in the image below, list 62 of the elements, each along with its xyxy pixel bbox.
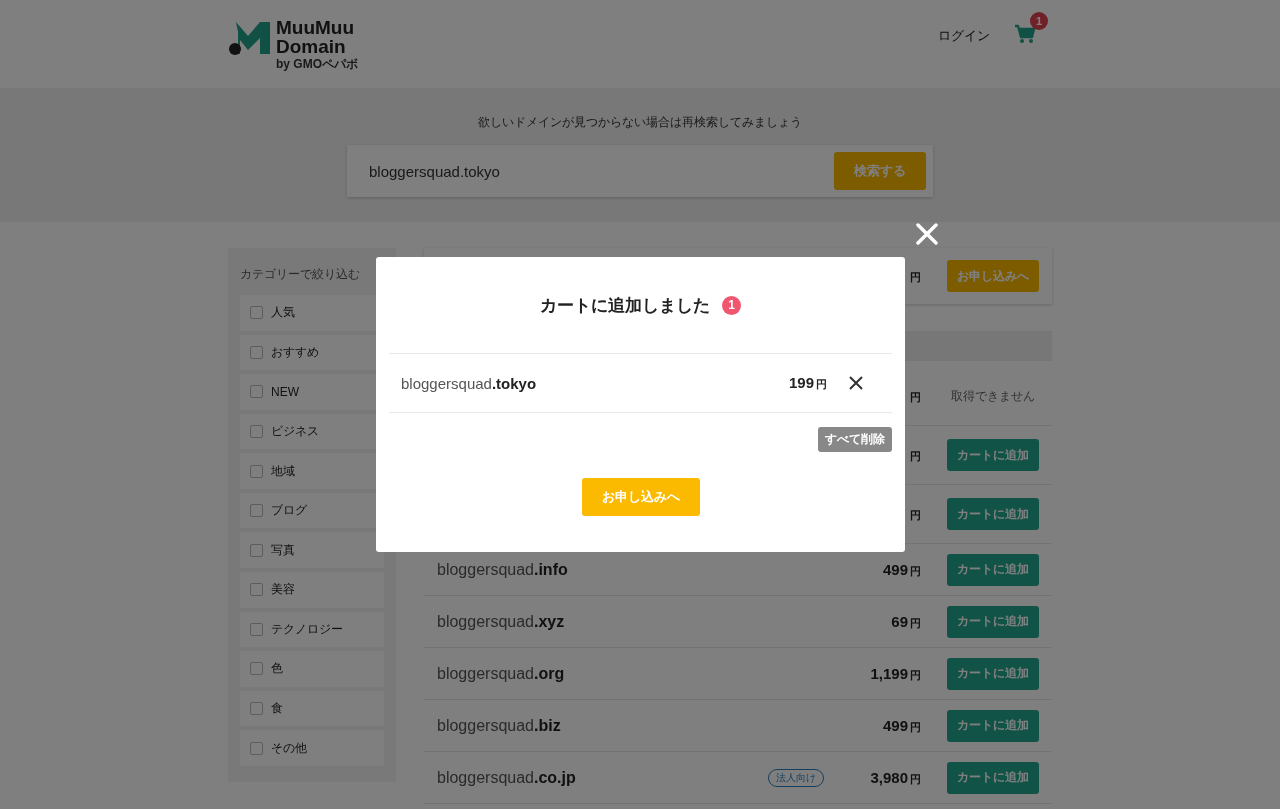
domain-name: bloggersquad.info — [437, 560, 568, 578]
logo-text: MuuMuu — [276, 18, 356, 37]
category-label: 食 — [271, 700, 283, 718]
dialog-title: カートに追加しました — [540, 294, 710, 317]
category-label: ビジネス — [271, 423, 319, 440]
price: 円 — [909, 449, 921, 464]
category-title: カテゴリーで絞り込む — [240, 266, 361, 283]
domain-name: bloggersquad.biz — [437, 716, 561, 734]
checkbox[interactable] — [250, 662, 263, 676]
category-label: 人気 — [271, 304, 295, 322]
category-item[interactable]: その他 — [240, 730, 384, 766]
category-item[interactable]: 写真 — [240, 532, 384, 569]
logo-byline: by GMOペパボ — [276, 56, 358, 73]
login-link[interactable]: ログイン — [938, 26, 990, 45]
checkbox[interactable] — [250, 622, 263, 636]
checkbox[interactable] — [250, 741, 263, 755]
checkbox[interactable] — [250, 543, 263, 557]
category-item[interactable]: テクノロジー — [240, 611, 384, 648]
price: 199 円 — [788, 374, 827, 392]
category-item[interactable]: 美容 — [240, 572, 384, 608]
cart-icon[interactable] — [1014, 23, 1036, 44]
domain-name: bloggersquad.org — [437, 664, 565, 682]
search-field[interactable]: bloggersquad.tokyo 検索する — [347, 145, 933, 197]
category-label: NEW — [271, 384, 299, 399]
price: 円 — [909, 508, 921, 523]
close-icon[interactable] — [916, 223, 938, 245]
logo-icon[interactable] — [228, 20, 272, 56]
domain-name: bloggersquad.tokyo — [401, 374, 538, 392]
unavailable-label: 取得できません — [951, 387, 1035, 405]
checkbox[interactable] — [250, 306, 263, 320]
remove-icon[interactable] — [849, 376, 863, 390]
price: 499 円 — [882, 560, 921, 579]
category-item[interactable]: 色 — [240, 651, 384, 687]
category-label: おすすめ — [271, 343, 319, 361]
checkbox[interactable] — [250, 504, 263, 518]
checkbox[interactable] — [250, 702, 263, 716]
checkbox[interactable] — [250, 583, 263, 597]
cart-count-badge: 1 — [1030, 11, 1048, 30]
category-label: 色 — [271, 660, 283, 678]
category-item[interactable]: 食 — [240, 690, 384, 727]
category-label: 写真 — [271, 541, 295, 559]
price: 69 円 — [891, 612, 921, 631]
logo-text: Domain — [276, 37, 347, 56]
category-label: テクノロジー — [271, 620, 343, 638]
cart-count-badge: 1 — [722, 295, 741, 315]
checkbox[interactable] — [250, 425, 263, 438]
price: 499 円 — [882, 716, 921, 735]
checkbox[interactable] — [250, 385, 263, 399]
price: 1,199 円 — [870, 664, 921, 683]
price: 円 — [909, 270, 921, 285]
category-label: 美容 — [271, 581, 295, 599]
category-label: その他 — [271, 739, 307, 757]
category-label: 地域 — [271, 462, 295, 480]
price: 3,980 円 — [870, 768, 921, 787]
search-prompt: 欲しいドメインが見つからない場合は再検索してみましょう — [478, 114, 802, 131]
category-label: ブログ — [271, 502, 307, 520]
price: 円 — [909, 390, 921, 405]
domain-name: bloggersquad.xyz — [437, 612, 565, 630]
clear-all-button[interactable]: すべて削除 — [818, 427, 892, 452]
domain-name: bloggersquad.co.jp — [437, 768, 576, 786]
checkbox[interactable] — [250, 464, 263, 478]
checkbox[interactable] — [250, 345, 263, 359]
